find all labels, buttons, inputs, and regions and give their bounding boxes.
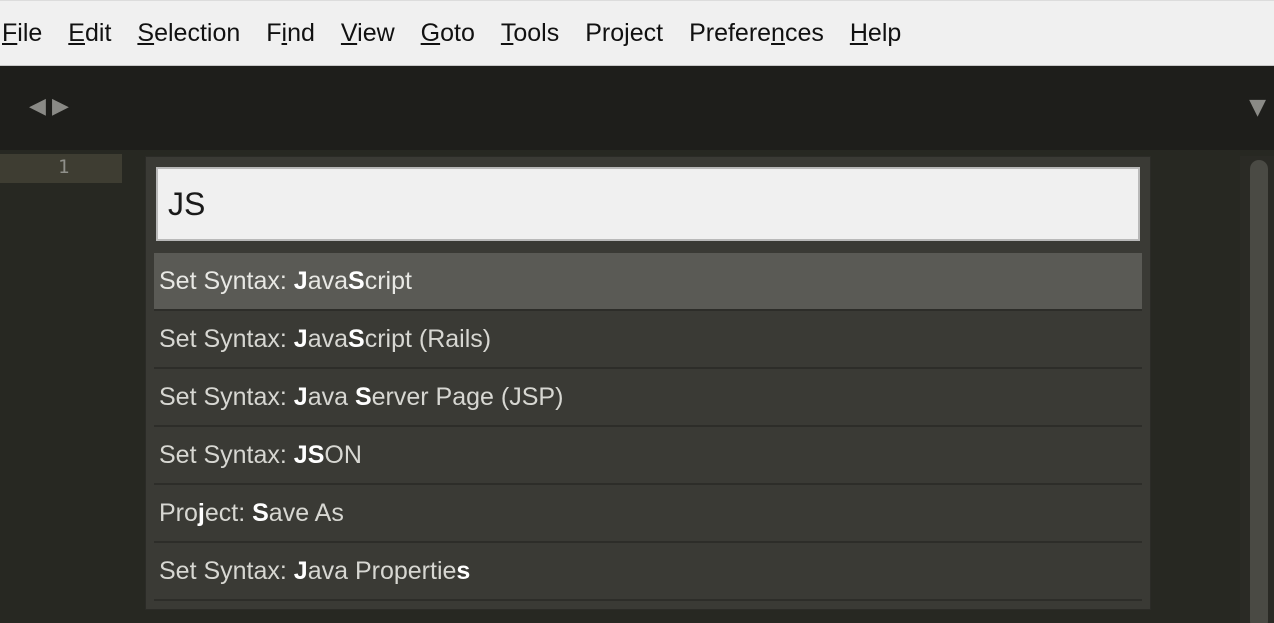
tab-bar: ◀ ▶ ▼ <box>0 66 1274 150</box>
menu-goto[interactable]: Goto <box>421 0 475 66</box>
command-result-item[interactable]: Set Syntax: JSON <box>154 427 1142 485</box>
command-palette-results: Set Syntax: JavaScript Set Syntax: JavaS… <box>154 253 1142 601</box>
sublime-window: File Edit Selection Find View Goto Tools… <box>0 0 1274 623</box>
command-result-item[interactable]: Set Syntax: Java Properties <box>154 543 1142 601</box>
command-result-item[interactable]: Project: Save As <box>154 485 1142 543</box>
menu-tools[interactable]: Tools <box>501 0 559 66</box>
tab-scroll-left-icon[interactable]: ◀ <box>29 93 46 121</box>
command-result-item[interactable]: Set Syntax: Java Server Page (JSP) <box>154 369 1142 427</box>
menu-edit[interactable]: Edit <box>68 0 111 66</box>
scrollbar-thumb[interactable] <box>1250 160 1268 623</box>
tab-dropdown-icon[interactable]: ▼ <box>1249 94 1266 122</box>
menu-file[interactable]: File <box>2 0 42 66</box>
command-palette: Set Syntax: JavaScript Set Syntax: JavaS… <box>145 156 1151 610</box>
menu-bar: File Edit Selection Find View Goto Tools… <box>0 0 1274 66</box>
menu-help[interactable]: Help <box>850 0 901 66</box>
menu-view[interactable]: View <box>341 0 395 66</box>
command-palette-input[interactable] <box>156 167 1140 241</box>
line-number: 1 <box>58 156 70 178</box>
menu-preferences[interactable]: Preferences <box>689 0 824 66</box>
command-result-item[interactable]: Set Syntax: JavaScript <box>154 253 1142 311</box>
menu-find[interactable]: Find <box>266 0 315 66</box>
tab-scroll-right-icon[interactable]: ▶ <box>52 93 69 121</box>
menu-selection[interactable]: Selection <box>137 0 240 66</box>
command-result-item[interactable]: Set Syntax: JavaScript (Rails) <box>154 311 1142 369</box>
menu-project[interactable]: Project <box>585 0 663 66</box>
